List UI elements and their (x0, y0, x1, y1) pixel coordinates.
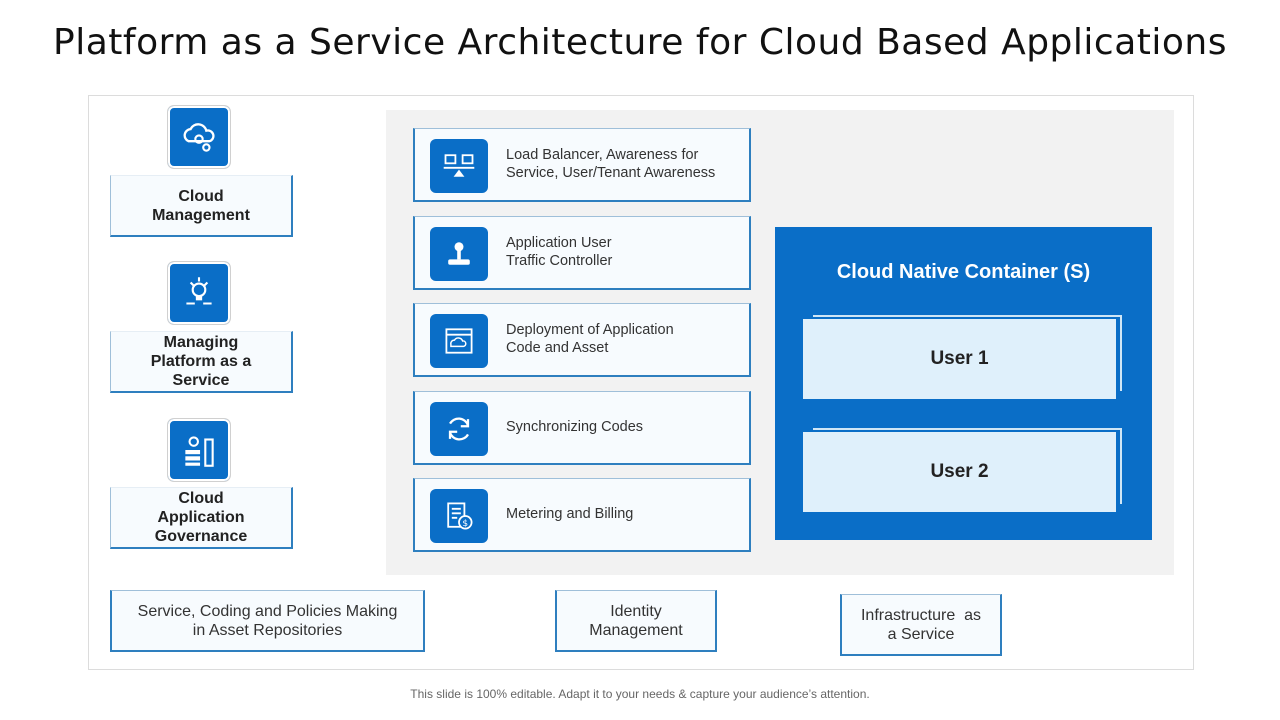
service-row-billing: $ Metering and Billing (413, 478, 751, 552)
service-label: Synchronizing Codes (506, 419, 644, 435)
left-item-managing-paas: Managing Platform as a Service (110, 331, 293, 393)
bottom-item-label: Identity Management (589, 602, 683, 639)
bottom-item-identity-management: Identity Management (555, 590, 717, 652)
bottom-item-label: Infrastructure as a Service (860, 606, 982, 643)
left-item-cloud-app-governance: Cloud Application Governance (110, 487, 293, 549)
left-item-label: Cloud Application Governance (154, 490, 248, 545)
footer-note: This slide is 100% editable. Adapt it to… (410, 687, 870, 701)
service-label: Load Balancer, Awareness for Service, Us… (506, 147, 716, 181)
billing-icon: $ (430, 489, 488, 543)
left-item-label: Managing Platform as a Service (150, 334, 252, 389)
service-row-sync: Synchronizing Codes (413, 391, 751, 465)
bottom-item-asset-repositories: Service, Coding and Policies Making in A… (110, 590, 425, 652)
page-title: Platform as a Service Architecture for C… (53, 22, 1227, 63)
service-label: Deployment of Application Code and Asset (506, 322, 674, 356)
user-box: User 2 (803, 432, 1116, 512)
service-label: Application User Traffic Controller (506, 235, 613, 269)
balance-icon (430, 139, 488, 193)
deploy-icon (430, 314, 488, 368)
bottom-item-iaas: Infrastructure as a Service (840, 594, 1002, 656)
service-row-load-balancer: Load Balancer, Awareness for Service, Us… (413, 128, 751, 202)
left-item-cloud-management: Cloud Management (110, 175, 293, 237)
user-box: User 1 (803, 319, 1116, 399)
sync-icon (430, 402, 488, 456)
bulb-gear-icon (168, 262, 230, 324)
cloud-gear-icon (168, 106, 230, 168)
server-gear-icon (168, 419, 230, 481)
joystick-icon (430, 227, 488, 281)
svg-text:$: $ (462, 519, 468, 529)
user-label: User 1 (930, 348, 989, 369)
container-title: Cloud Native Container (S) (836, 261, 1091, 283)
left-item-label: Cloud Management (152, 187, 250, 224)
cloud-native-container: Cloud Native Container (S) User 1 User 2 (775, 227, 1152, 540)
user-label: User 2 (930, 461, 989, 482)
bottom-item-label: Service, Coding and Policies Making in A… (137, 602, 398, 639)
service-row-traffic-controller: Application User Traffic Controller (413, 216, 751, 290)
service-row-deployment: Deployment of Application Code and Asset (413, 303, 751, 377)
service-label: Metering and Billing (506, 506, 634, 522)
